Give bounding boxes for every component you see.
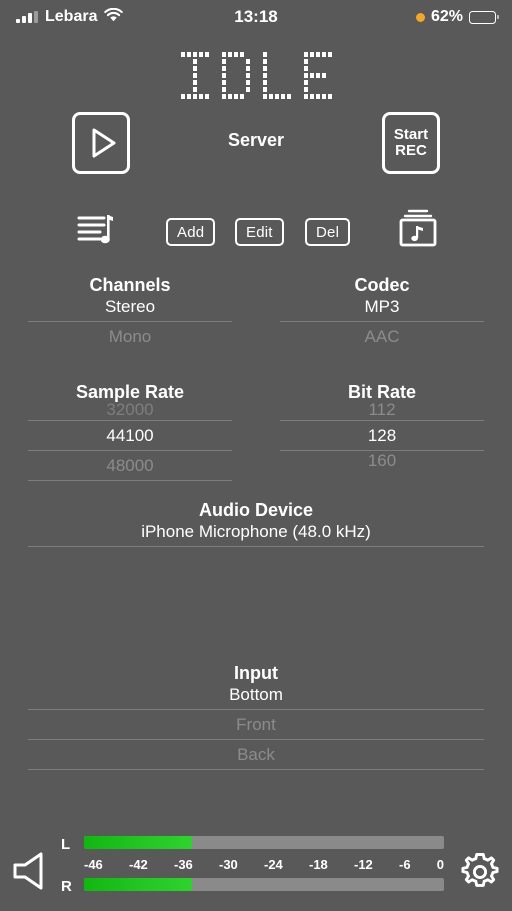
- battery-icon: [469, 10, 500, 24]
- left-level-meter: [84, 836, 444, 849]
- music-library-icon[interactable]: [396, 207, 440, 256]
- meter-tick: -12: [354, 856, 373, 872]
- meter-tick: -18: [309, 856, 328, 872]
- meter-tick: -42: [129, 856, 148, 872]
- meter-tick: 0: [436, 856, 444, 872]
- channels-option[interactable]: Mono: [28, 322, 232, 352]
- level-meter-bar: L -46 -42 -36 -30 -24 -18 -12 -6 0 R: [0, 828, 512, 911]
- speaker-icon[interactable]: [10, 850, 56, 897]
- status-display: [0, 44, 512, 106]
- rec-line-2: REC: [395, 142, 427, 159]
- wifi-icon: [104, 7, 124, 27]
- start-rec-button[interactable]: Start REC: [382, 112, 440, 174]
- input-option[interactable]: Back: [28, 740, 484, 770]
- codec-picker[interactable]: Codec MP3 AAC: [280, 275, 484, 352]
- codec-option[interactable]: AAC: [280, 322, 484, 352]
- status-bar-left: Lebara: [16, 7, 234, 27]
- meter-tick: -6: [399, 856, 411, 872]
- sample-rate-option[interactable]: 48000: [28, 451, 232, 481]
- meter-tick: -24: [264, 856, 283, 872]
- dot-matrix-char: [221, 51, 250, 99]
- dot-matrix-char: [262, 51, 291, 99]
- dot-matrix-text: [180, 51, 332, 99]
- bit-rate-option[interactable]: 160: [280, 451, 484, 469]
- input-picker[interactable]: Input Bottom Front Back: [28, 663, 484, 770]
- audio-device-picker[interactable]: Audio Device iPhone Microphone (48.0 kHz…: [28, 500, 484, 547]
- channels-option-selected[interactable]: Stereo: [28, 292, 232, 322]
- right-level-meter: [84, 878, 444, 891]
- del-button[interactable]: Del: [305, 218, 351, 246]
- status-bar-right: 62%: [278, 8, 500, 26]
- channels-picker[interactable]: Channels Stereo Mono: [28, 275, 232, 352]
- dot-matrix-char: [180, 51, 209, 99]
- low-power-dot-icon: [415, 12, 425, 22]
- audio-device-option-selected[interactable]: iPhone Microphone (48.0 kHz): [28, 517, 484, 547]
- input-option-selected[interactable]: Bottom: [28, 680, 484, 710]
- left-channel-label: L: [61, 836, 71, 853]
- add-button[interactable]: Add: [166, 218, 216, 246]
- sample-rate-picker[interactable]: Sample Rate 32000 44100 48000: [28, 382, 232, 481]
- signal-bars-icon: [16, 11, 38, 23]
- right-channel-label: R: [61, 878, 72, 895]
- bit-rate-option[interactable]: 112: [280, 399, 484, 421]
- meter-tick: -30: [219, 856, 238, 872]
- playlist-icon[interactable]: [76, 211, 116, 254]
- bit-rate-picker[interactable]: Bit Rate 112 128 160: [280, 382, 484, 469]
- carrier-label: Lebara: [45, 8, 98, 25]
- codec-option-selected[interactable]: MP3: [280, 292, 484, 322]
- battery-percent-label: 62%: [430, 8, 464, 25]
- input-option[interactable]: Front: [28, 710, 484, 740]
- gear-icon[interactable]: [456, 848, 504, 901]
- edit-button[interactable]: Edit: [235, 218, 284, 246]
- playlist-toolbar: Add Edit Del: [0, 207, 512, 257]
- bit-rate-option-selected[interactable]: 128: [280, 421, 484, 451]
- meter-tick: -46: [84, 856, 103, 872]
- sample-rate-option-selected[interactable]: 44100: [28, 421, 232, 451]
- status-bar: Lebara 13:18 62%: [0, 0, 512, 34]
- dot-matrix-char: [303, 51, 332, 99]
- clock-label: 13:18: [234, 7, 278, 26]
- transport-row: Server Start REC: [0, 112, 512, 178]
- meter-scale: -46 -42 -36 -30 -24 -18 -12 -6 0: [84, 854, 444, 874]
- sample-rate-option[interactable]: 32000: [28, 399, 232, 421]
- rec-line-1: Start: [393, 125, 429, 143]
- meter-tick: -36: [174, 856, 193, 872]
